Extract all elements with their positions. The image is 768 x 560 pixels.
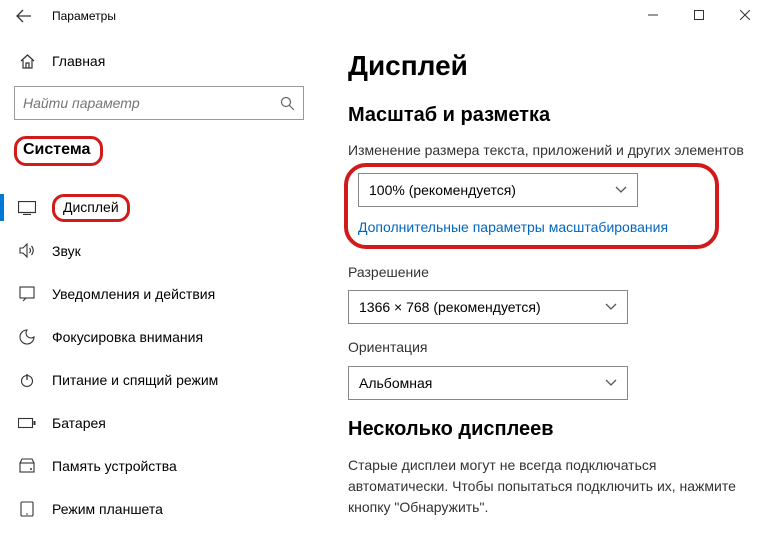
- sidebar: Главная Система Дисплей Звук: [0, 32, 330, 560]
- advanced-scaling-link[interactable]: Дополнительные параметры масштабирования: [358, 219, 668, 235]
- search-box[interactable]: [14, 86, 304, 120]
- annotation-scale: 100% (рекомендуется) Дополнительные пара…: [344, 163, 719, 249]
- nav-list: Дисплей Звук Уведомления и действия Фоку…: [14, 186, 316, 530]
- titlebar: Параметры: [0, 0, 768, 32]
- close-icon: [740, 10, 750, 20]
- sidebar-item-battery[interactable]: Батарея: [14, 401, 316, 444]
- chevron-down-icon: [605, 379, 617, 387]
- search-wrap: [14, 86, 316, 120]
- sidebar-item-label: Память устройства: [52, 458, 177, 474]
- window-controls: [630, 0, 768, 30]
- window-title: Параметры: [52, 9, 116, 23]
- multi-text: Старые дисплеи могут не всегда подключат…: [348, 455, 744, 518]
- back-button[interactable]: [14, 6, 34, 26]
- sidebar-item-label: Батарея: [52, 415, 106, 431]
- chevron-down-icon: [605, 303, 617, 311]
- body-area: Главная Система Дисплей Звук: [0, 32, 768, 560]
- sidebar-item-power[interactable]: Питание и спящий режим: [14, 358, 316, 401]
- sound-icon: [18, 242, 36, 260]
- notifications-icon: [18, 285, 36, 303]
- resolution-label: Разрешение: [348, 263, 744, 283]
- chevron-down-icon: [615, 186, 627, 194]
- minimize-icon: [648, 10, 658, 20]
- minimize-button[interactable]: [630, 0, 676, 30]
- sidebar-item-sound[interactable]: Звук: [14, 229, 316, 272]
- maximize-icon: [694, 10, 704, 20]
- multi-heading: Несколько дисплеев: [348, 418, 744, 441]
- settings-window: Параметры Главная Система: [0, 0, 768, 560]
- sidebar-category: Система: [14, 136, 103, 166]
- orientation-value: Альбомная: [359, 375, 432, 391]
- display-icon: [18, 199, 36, 217]
- resolution-value: 1366 × 768 (рекомендуется): [359, 299, 541, 315]
- category-wrap: Система: [14, 136, 316, 176]
- resolution-block: Разрешение 1366 × 768 (рекомендуется): [348, 263, 744, 325]
- resolution-select[interactable]: 1366 × 768 (рекомендуется): [348, 290, 628, 324]
- close-button[interactable]: [722, 0, 768, 30]
- sidebar-item-label: Звук: [52, 243, 81, 259]
- scale-block: Изменение размера текста, приложений и д…: [348, 141, 744, 249]
- tablet-icon: [18, 500, 36, 518]
- sidebar-item-label: Режим планшета: [52, 501, 163, 517]
- sidebar-item-tablet[interactable]: Режим планшета: [14, 487, 316, 530]
- scale-heading: Масштаб и разметка: [348, 104, 744, 127]
- power-icon: [18, 371, 36, 389]
- orientation-label: Ориентация: [348, 338, 744, 358]
- sidebar-item-storage[interactable]: Память устройства: [14, 444, 316, 487]
- arrow-left-icon: [16, 8, 32, 24]
- scale-value: 100% (рекомендуется): [369, 182, 516, 198]
- sidebar-item-display[interactable]: Дисплей: [14, 186, 316, 229]
- page-title: Дисплей: [348, 50, 744, 82]
- maximize-button[interactable]: [676, 0, 722, 30]
- home-label: Главная: [52, 53, 105, 69]
- search-input[interactable]: [23, 95, 280, 111]
- home-icon: [18, 52, 36, 70]
- home-link[interactable]: Главная: [18, 40, 316, 82]
- sidebar-item-focus[interactable]: Фокусировка внимания: [14, 315, 316, 358]
- storage-icon: [18, 457, 36, 475]
- sidebar-item-notifications[interactable]: Уведомления и действия: [14, 272, 316, 315]
- sidebar-item-label: Питание и спящий режим: [52, 372, 218, 388]
- focus-icon: [18, 328, 36, 346]
- scale-label: Изменение размера текста, приложений и д…: [348, 141, 744, 161]
- orientation-select[interactable]: Альбомная: [348, 366, 628, 400]
- sidebar-item-label: Фокусировка внимания: [52, 329, 203, 345]
- scale-select[interactable]: 100% (рекомендуется): [358, 173, 638, 207]
- battery-icon: [18, 414, 36, 432]
- content-pane: Дисплей Масштаб и разметка Изменение раз…: [330, 32, 768, 560]
- sidebar-item-label: Дисплей: [52, 194, 130, 222]
- sidebar-item-label: Уведомления и действия: [52, 286, 215, 302]
- orientation-block: Ориентация Альбомная: [348, 338, 744, 400]
- search-icon: [280, 96, 295, 111]
